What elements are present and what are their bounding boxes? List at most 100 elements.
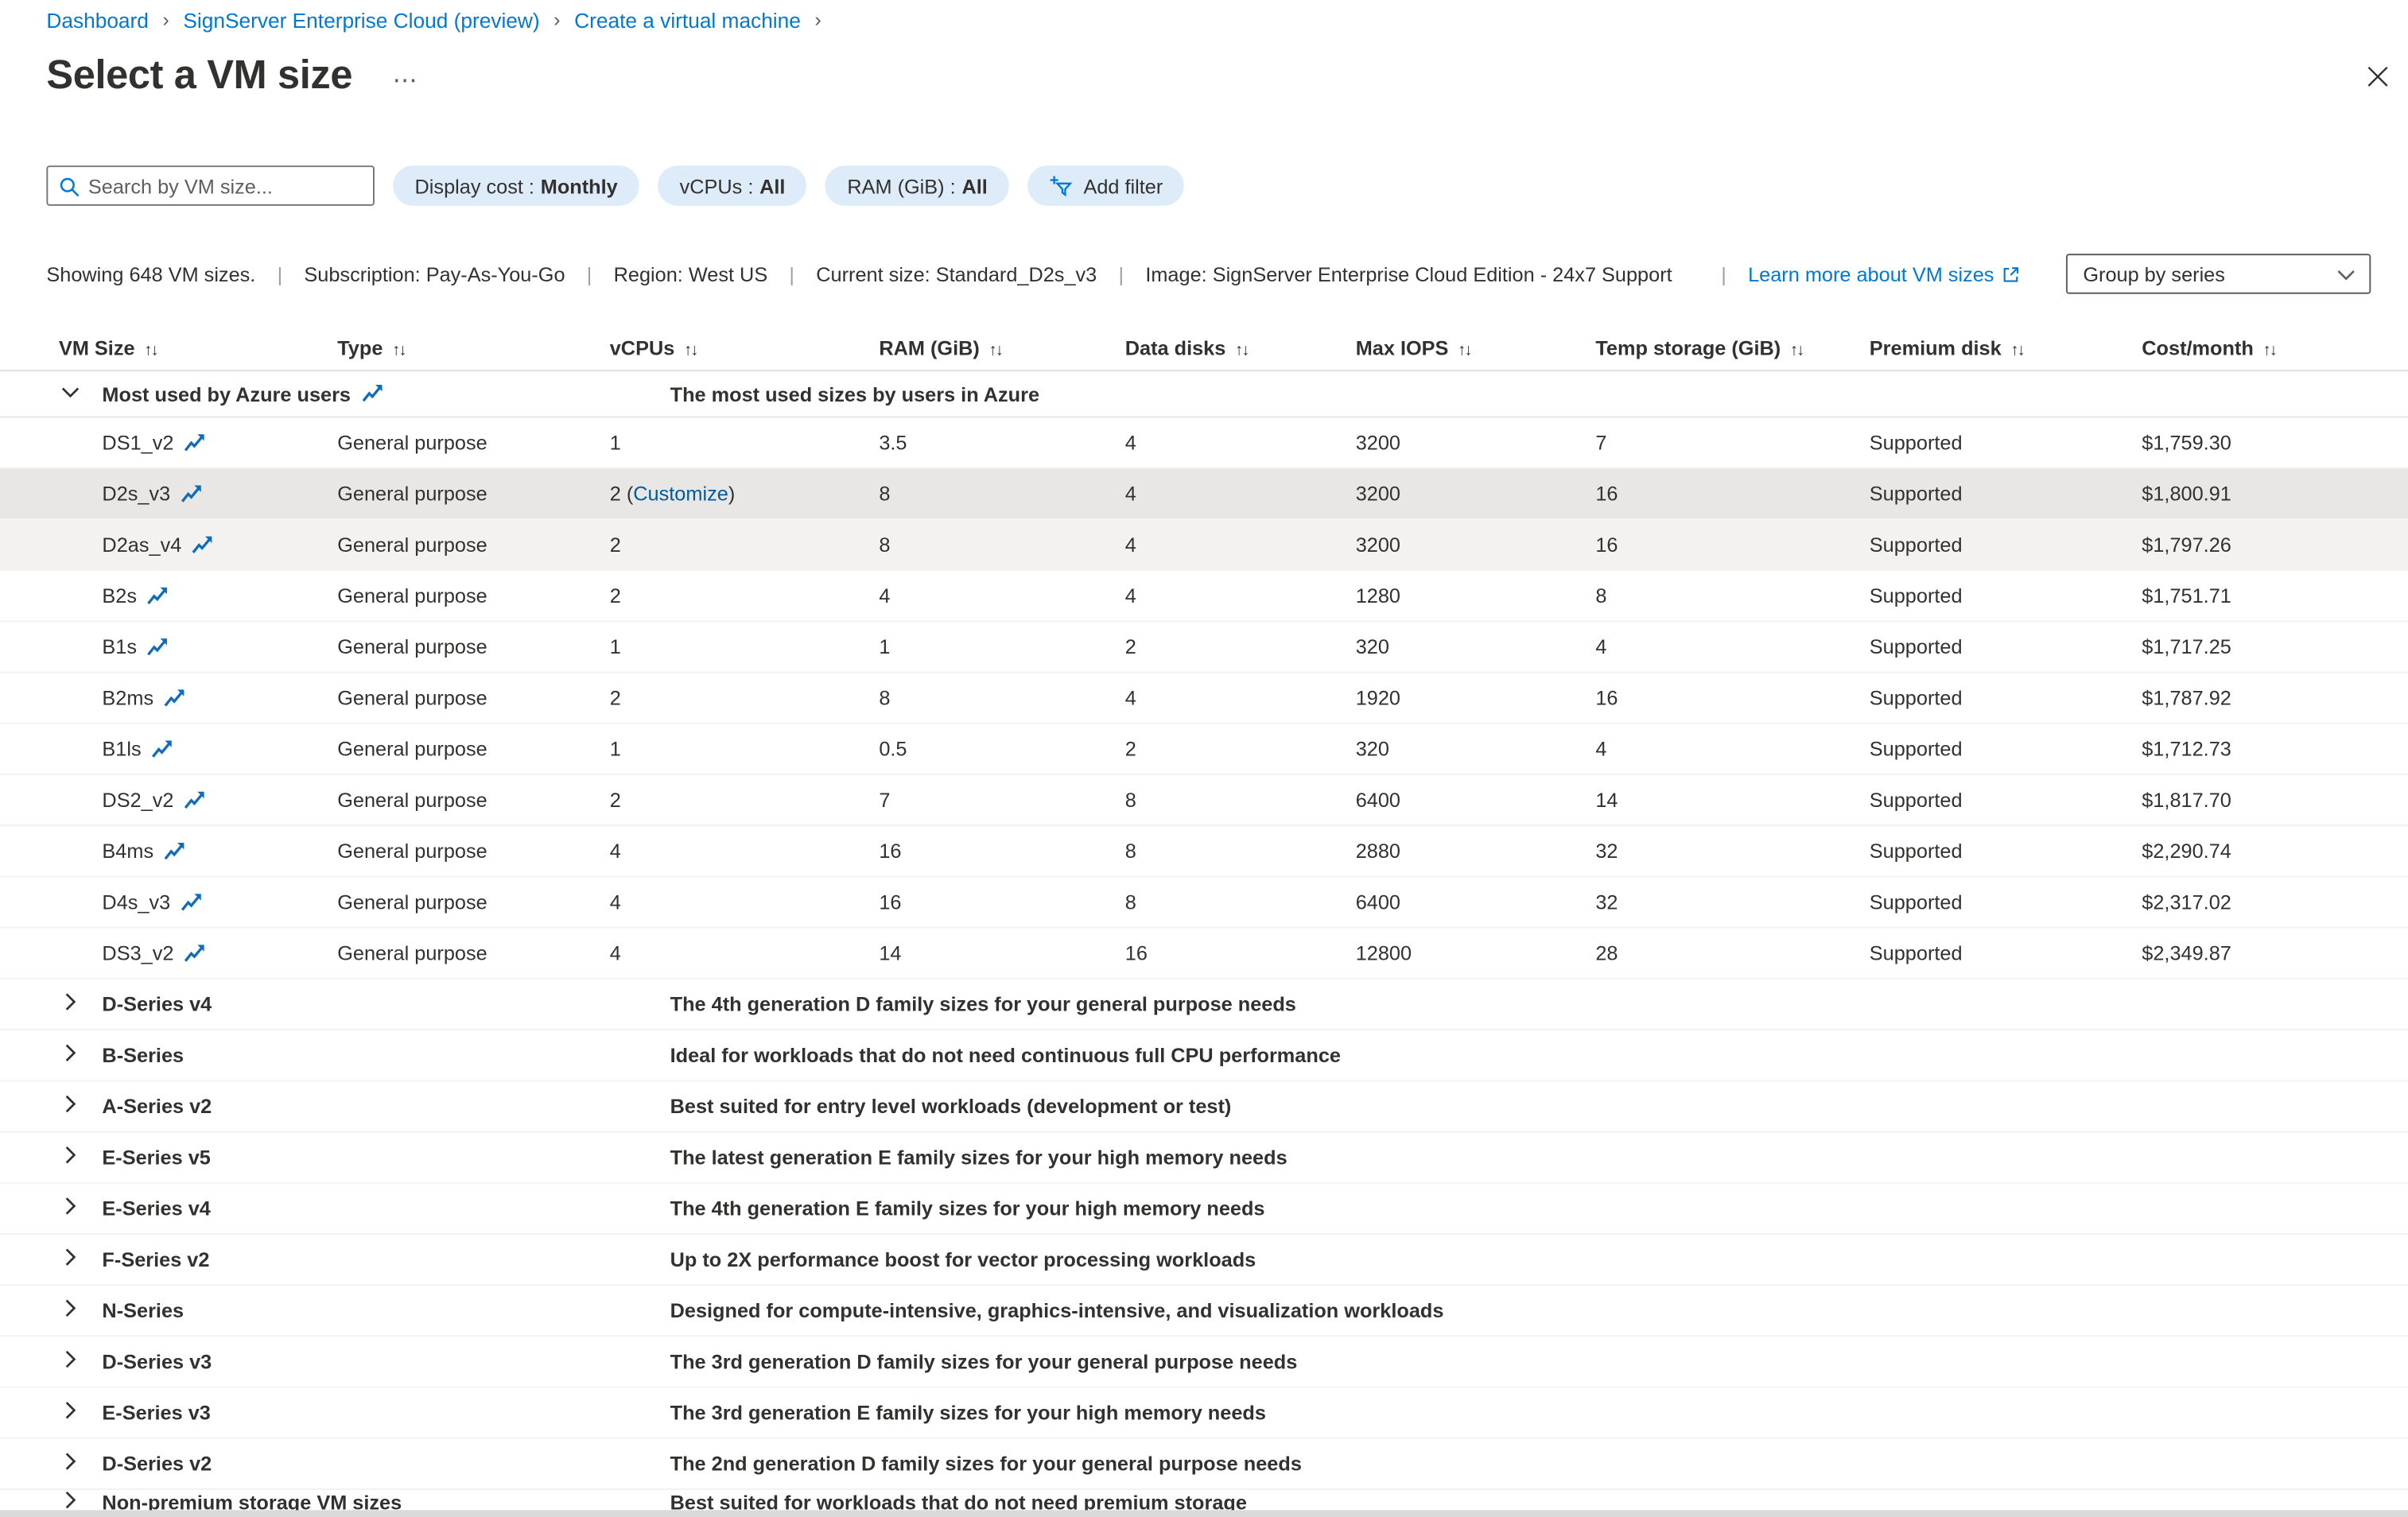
- vm-size-row[interactable]: B4ms General purpose 4 16 8 2880 32 Supp…: [0, 826, 2408, 877]
- vm-max-iops: 6400: [1356, 890, 1400, 914]
- column-header-vm-size[interactable]: VM Size↑↓: [59, 336, 157, 359]
- series-name: D-Series v2: [102, 1452, 212, 1475]
- group-header-most-used[interactable]: Most used by Azure users The most used s…: [0, 371, 2408, 417]
- search-input[interactable]: [48, 167, 373, 204]
- vm-size-name[interactable]: B2s: [102, 584, 137, 607]
- chevron-right-icon[interactable]: [60, 1145, 80, 1170]
- series-group-row[interactable]: N-Series Designed for compute-intensive,…: [0, 1286, 2408, 1337]
- column-header-temp-storage[interactable]: Temp storage (GiB)↑↓: [1595, 336, 1803, 359]
- vm-temp-storage: 8: [1595, 584, 1606, 607]
- vm-ram: 8: [879, 482, 890, 505]
- add-filter-button[interactable]: Add filter: [1027, 165, 1184, 206]
- vm-type: General purpose: [337, 635, 487, 658]
- filter-pill-vcpus[interactable]: vCPUs :All: [658, 165, 806, 206]
- series-group-row[interactable]: D-Series v2 The 2nd generation D family …: [0, 1439, 2408, 1490]
- vm-ram: 0.5: [879, 737, 907, 760]
- chevron-right-icon[interactable]: [60, 991, 80, 1016]
- chevron-right-icon[interactable]: [60, 1094, 80, 1119]
- chevron-right-icon[interactable]: [60, 1298, 80, 1323]
- horizontal-scrollbar[interactable]: [0, 1509, 2408, 1517]
- breadcrumb-signserver[interactable]: SignServer Enterprise Cloud (preview): [183, 10, 539, 33]
- group-by-select[interactable]: Group by series: [2066, 254, 2371, 294]
- filter-pill-label: RAM (GiB) :: [847, 174, 955, 197]
- vm-type: General purpose: [337, 431, 487, 454]
- vm-rows: DS1_v2 General purpose 1 3.5 4 3200 7 Su…: [0, 417, 2408, 979]
- subscription-label: Subscription: Pay-As-You-Go: [304, 262, 565, 285]
- vm-temp-storage: 16: [1595, 533, 1618, 556]
- vm-cost: $1,787.92: [2142, 686, 2231, 709]
- vm-cost: $1,759.30: [2142, 431, 2231, 454]
- filter-pill-ram[interactable]: RAM (GiB) :All: [825, 165, 1009, 206]
- series-group-row[interactable]: D-Series v3 The 3rd generation D family …: [0, 1337, 2408, 1387]
- series-group-row[interactable]: A-Series v2 Best suited for entry level …: [0, 1081, 2408, 1132]
- vm-premium-disk: Supported: [1870, 482, 1963, 505]
- series-group-row[interactable]: E-Series v5 The latest generation E fami…: [0, 1132, 2408, 1183]
- vm-size-name[interactable]: B1s: [102, 635, 137, 658]
- vm-type: General purpose: [337, 533, 487, 556]
- vm-size-row[interactable]: B2ms General purpose 2 8 4 1920 16 Suppo…: [0, 673, 2408, 724]
- vm-size-row[interactable]: B1s General purpose 1 1 2 320 4 Supporte…: [0, 622, 2408, 673]
- vm-size-name[interactable]: B4ms: [102, 840, 153, 863]
- vm-size-row[interactable]: B1ls General purpose 1 0.5 2 320 4 Suppo…: [0, 724, 2408, 775]
- vm-size-row[interactable]: DS2_v2 General purpose 2 7 8 6400 14 Sup…: [0, 775, 2408, 826]
- vm-size-row[interactable]: D2s_v3 General purpose 2 (Customize) 8 4…: [0, 469, 2408, 520]
- trend-icon: [362, 385, 382, 403]
- vm-vcpus: 1: [610, 431, 621, 454]
- separator: |: [789, 262, 794, 285]
- vm-premium-disk: Supported: [1870, 890, 1963, 914]
- vm-size-name[interactable]: DS3_v2: [102, 941, 173, 964]
- chevron-right-icon[interactable]: [60, 1043, 80, 1068]
- breadcrumb-create-vm[interactable]: Create a virtual machine: [574, 10, 801, 33]
- trend-icon: [152, 739, 172, 758]
- chevron-right-icon[interactable]: [60, 1247, 80, 1271]
- vm-size-row[interactable]: DS1_v2 General purpose 1 3.5 4 3200 7 Su…: [0, 417, 2408, 468]
- column-header-vcpus[interactable]: vCPUs↑↓: [610, 336, 697, 359]
- series-name: E-Series v4: [102, 1197, 210, 1220]
- breadcrumb-dashboard[interactable]: Dashboard: [46, 10, 149, 33]
- chevron-right-icon[interactable]: [60, 1400, 80, 1425]
- column-header-max-iops[interactable]: Max IOPS↑↓: [1356, 336, 1471, 359]
- vm-size-name[interactable]: B2ms: [102, 686, 153, 709]
- series-group-row[interactable]: D-Series v4 The 4th generation D family …: [0, 980, 2408, 1030]
- vm-size-row[interactable]: D4s_v3 General purpose 4 16 8 6400 32 Su…: [0, 877, 2408, 928]
- customize-link[interactable]: Customize: [633, 482, 728, 505]
- learn-more-link[interactable]: Learn more about VM sizes: [1748, 262, 2018, 285]
- column-header-type[interactable]: Type↑↓: [337, 336, 405, 359]
- series-group-row[interactable]: E-Series v4 The 4th generation E family …: [0, 1184, 2408, 1235]
- chevron-right-icon[interactable]: [60, 1349, 80, 1374]
- vm-size-name[interactable]: D2as_v4: [102, 533, 181, 556]
- chevron-right-icon[interactable]: [60, 1196, 80, 1220]
- vm-size-row[interactable]: DS3_v2 General purpose 4 14 16 12800 28 …: [0, 929, 2408, 980]
- vm-size-row[interactable]: B2s General purpose 2 4 4 1280 8 Support…: [0, 571, 2408, 622]
- vm-size-name[interactable]: DS1_v2: [102, 431, 173, 454]
- close-icon[interactable]: [2363, 62, 2393, 96]
- vm-ram: 1: [879, 635, 890, 658]
- sort-icon: ↑↓: [2010, 341, 2024, 359]
- vm-premium-disk: Supported: [1870, 941, 1963, 964]
- vm-size-name[interactable]: D4s_v3: [102, 890, 170, 914]
- column-header-premium-disk[interactable]: Premium disk↑↓: [1870, 336, 2024, 359]
- breadcrumb: Dashboard › SignServer Enterprise Cloud …: [46, 10, 821, 33]
- chevron-right-icon[interactable]: [60, 1451, 80, 1476]
- vm-max-iops: 6400: [1356, 788, 1400, 811]
- series-group-row[interactable]: B-Series Ideal for workloads that do not…: [0, 1030, 2408, 1081]
- vm-size-row[interactable]: D2as_v4 General purpose 2 8 4 3200 16 Su…: [0, 520, 2408, 571]
- filter-pill-display-cost[interactable]: Display cost :Monthly: [393, 165, 639, 206]
- trend-icon: [184, 790, 204, 809]
- series-group-row[interactable]: E-Series v3 The 3rd generation E family …: [0, 1388, 2408, 1439]
- separator: |: [278, 262, 283, 285]
- more-options-icon[interactable]: ⋯: [393, 55, 419, 95]
- series-group-row[interactable]: F-Series v2 Up to 2X performance boost f…: [0, 1235, 2408, 1286]
- vm-vcpus: 4: [610, 840, 621, 863]
- series-description: Designed for compute-intensive, graphics…: [670, 1299, 1444, 1322]
- vm-size-name[interactable]: D2s_v3: [102, 482, 170, 505]
- series-description: The 3rd generation D family sizes for yo…: [670, 1350, 1298, 1373]
- vm-data-disks: 8: [1125, 890, 1136, 914]
- chevron-down-icon[interactable]: [60, 382, 80, 406]
- column-header-data-disks[interactable]: Data disks↑↓: [1125, 336, 1249, 359]
- vm-vcpus: 4: [610, 941, 621, 964]
- vm-size-name[interactable]: B1ls: [102, 737, 141, 760]
- vm-size-name[interactable]: DS2_v2: [102, 788, 173, 811]
- column-header-ram[interactable]: RAM (GiB)↑↓: [879, 336, 1002, 359]
- column-header-cost[interactable]: Cost/month↑↓: [2142, 336, 2276, 359]
